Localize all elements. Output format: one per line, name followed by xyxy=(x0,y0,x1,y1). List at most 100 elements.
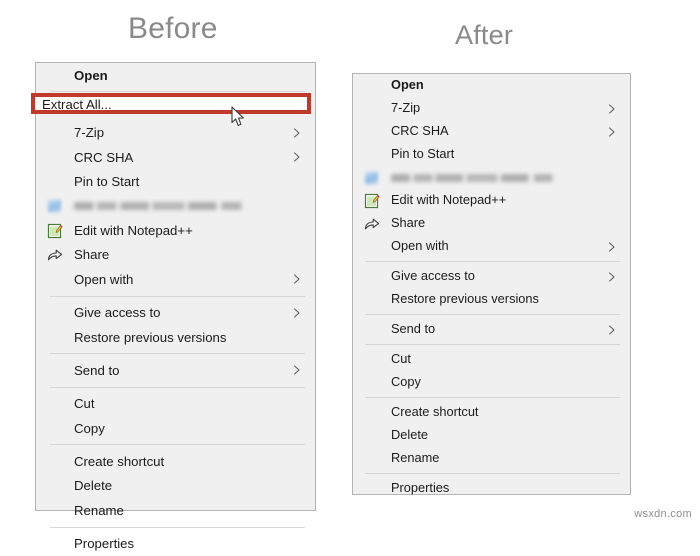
menu-separator xyxy=(50,386,305,388)
menu-item-crc-sha[interactable]: CRC SHA xyxy=(36,145,315,169)
menu-item-restore-previous-versions-label: Restore previous versions xyxy=(74,329,227,345)
menu-item-7-zip-label: 7-Zip xyxy=(74,125,105,141)
menu-item-edit-with-notepad-label: Edit with Notepad++ xyxy=(74,222,193,238)
redacted-label xyxy=(391,173,563,182)
menu-item-redacted[interactable] xyxy=(36,194,315,218)
menu-item-redacted[interactable] xyxy=(353,166,630,189)
menu-item-open[interactable]: Open xyxy=(353,74,630,97)
menu-item-give-access-to-label: Give access to xyxy=(74,305,161,321)
share-icon xyxy=(47,247,63,263)
menu-item-send-to-label: Send to xyxy=(391,321,436,337)
menu-item-pin-to-start[interactable]: Pin to Start xyxy=(353,143,630,166)
mouse-pointer-icon xyxy=(231,106,247,128)
menu-item-send-to-label: Send to xyxy=(74,362,120,378)
menu-item-pin-to-start-label: Pin to Start xyxy=(74,174,140,190)
menu-item-cut-label: Cut xyxy=(391,351,411,367)
context-menu-after[interactable]: Open 7-Zip CRC SHA Pin to Start Edit with No… xyxy=(352,73,631,495)
menu-item-create-shortcut-label: Create shortcut xyxy=(391,404,479,420)
menu-item-delete-label: Delete xyxy=(74,478,113,494)
menu-item-share-label: Share xyxy=(74,247,110,263)
chevron-right-icon xyxy=(607,241,617,252)
menu-item-rename[interactable]: Rename xyxy=(353,447,630,470)
menu-item-share[interactable]: Share xyxy=(353,212,630,235)
menu-separator xyxy=(365,314,620,315)
menu-item-edit-with-notepad[interactable]: Edit with Notepad++ xyxy=(353,189,630,212)
menu-separator xyxy=(365,261,620,262)
menu-item-properties-label: Properties xyxy=(74,536,135,552)
context-menu-before[interactable]: Open Extract All... 7-Zip CRC SHA Pin to Sta… xyxy=(35,62,316,550)
menu-item-rename-label: Rename xyxy=(391,450,440,466)
menu-item-delete[interactable]: Delete xyxy=(36,474,315,498)
menu-item-create-shortcut[interactable]: Create shortcut xyxy=(353,401,630,424)
share-icon xyxy=(364,216,380,232)
menu-item-properties[interactable]: Properties xyxy=(36,532,315,556)
comparison-figure: Before After Open Extract All... 7-Zip CRC … xyxy=(0,0,700,550)
menu-item-open-label: Open xyxy=(74,67,108,83)
menu-item-edit-with-notepad-label: Edit with Notepad++ xyxy=(391,192,507,208)
menu-item-open-label: Open xyxy=(391,77,424,93)
chevron-right-icon xyxy=(607,271,617,282)
menu-item-7-zip[interactable]: 7-Zip xyxy=(353,97,630,120)
chevron-right-icon xyxy=(292,308,302,318)
menu-item-give-access-to[interactable]: Give access to xyxy=(36,301,315,325)
menu-item-give-access-to[interactable]: Give access to xyxy=(353,265,630,288)
notepad-plus-plus-icon xyxy=(47,223,63,239)
menu-item-crc-sha[interactable]: CRC SHA xyxy=(353,120,630,143)
menu-item-edit-with-notepad[interactable]: Edit with Notepad++ xyxy=(36,218,315,242)
menu-item-7-zip[interactable]: 7-Zip xyxy=(36,121,315,145)
menu-item-rename[interactable]: Rename xyxy=(36,498,315,522)
menu-separator xyxy=(365,473,620,474)
menu-item-cut-label: Cut xyxy=(74,396,95,412)
menu-item-rename-label: Rename xyxy=(74,502,124,518)
menu-separator xyxy=(50,295,305,297)
menu-item-delete[interactable]: Delete xyxy=(353,424,630,447)
menu-item-restore-previous-versions[interactable]: Restore previous versions xyxy=(353,288,630,311)
chevron-right-icon xyxy=(607,103,617,114)
menu-item-properties[interactable]: Properties xyxy=(353,477,630,500)
blurred-app-icon xyxy=(365,171,378,184)
menu-item-open-with[interactable]: Open with xyxy=(353,235,630,258)
after-panel-title: After xyxy=(455,20,514,50)
menu-item-restore-previous-versions-label: Restore previous versions xyxy=(391,291,539,307)
menu-item-extract-all-label[interactable]: Extract All... xyxy=(42,97,112,112)
chevron-right-icon xyxy=(292,274,302,284)
menu-item-restore-previous-versions[interactable]: Restore previous versions xyxy=(36,325,315,349)
menu-separator xyxy=(365,397,620,398)
menu-item-send-to[interactable]: Send to xyxy=(353,318,630,341)
menu-item-properties-label: Properties xyxy=(391,480,450,496)
chevron-right-icon xyxy=(292,152,302,162)
menu-item-pin-to-start[interactable]: Pin to Start xyxy=(36,170,315,194)
menu-separator xyxy=(365,344,620,345)
menu-item-give-access-to-label: Give access to xyxy=(391,268,475,284)
menu-item-copy[interactable]: Copy xyxy=(36,416,315,440)
menu-item-send-to[interactable]: Send to xyxy=(36,358,315,382)
menu-item-create-shortcut-label: Create shortcut xyxy=(74,454,165,470)
menu-item-crc-sha-label: CRC SHA xyxy=(391,123,449,139)
blurred-app-icon xyxy=(48,199,61,213)
menu-item-cut[interactable]: Cut xyxy=(36,392,315,416)
before-panel-title: Before xyxy=(128,12,218,45)
menu-item-open-with-label: Open with xyxy=(391,238,449,254)
menu-separator xyxy=(50,444,305,446)
menu-item-create-shortcut[interactable]: Create shortcut xyxy=(36,449,315,473)
watermark: wsxdn.com xyxy=(634,508,692,520)
menu-item-crc-sha-label: CRC SHA xyxy=(74,149,134,165)
menu-item-delete-label: Delete xyxy=(391,427,428,443)
chevron-right-icon xyxy=(292,365,302,376)
chevron-right-icon xyxy=(292,128,302,138)
menu-item-open-with-label: Open with xyxy=(74,271,134,287)
menu-item-cut[interactable]: Cut xyxy=(353,348,630,371)
menu-separator xyxy=(50,353,305,355)
menu-separator xyxy=(50,526,305,528)
menu-item-share-label: Share xyxy=(391,215,426,231)
redacted-label xyxy=(74,202,252,211)
menu-item-copy-label: Copy xyxy=(74,420,105,436)
menu-item-copy[interactable]: Copy xyxy=(353,371,630,394)
chevron-right-icon xyxy=(607,324,617,335)
menu-item-open[interactable]: Open xyxy=(36,63,315,87)
notepad-plus-plus-icon xyxy=(364,193,380,209)
menu-item-share[interactable]: Share xyxy=(36,243,315,267)
menu-item-pin-to-start-label: Pin to Start xyxy=(391,146,455,162)
menu-item-copy-label: Copy xyxy=(391,374,421,390)
menu-item-open-with[interactable]: Open with xyxy=(36,267,315,291)
